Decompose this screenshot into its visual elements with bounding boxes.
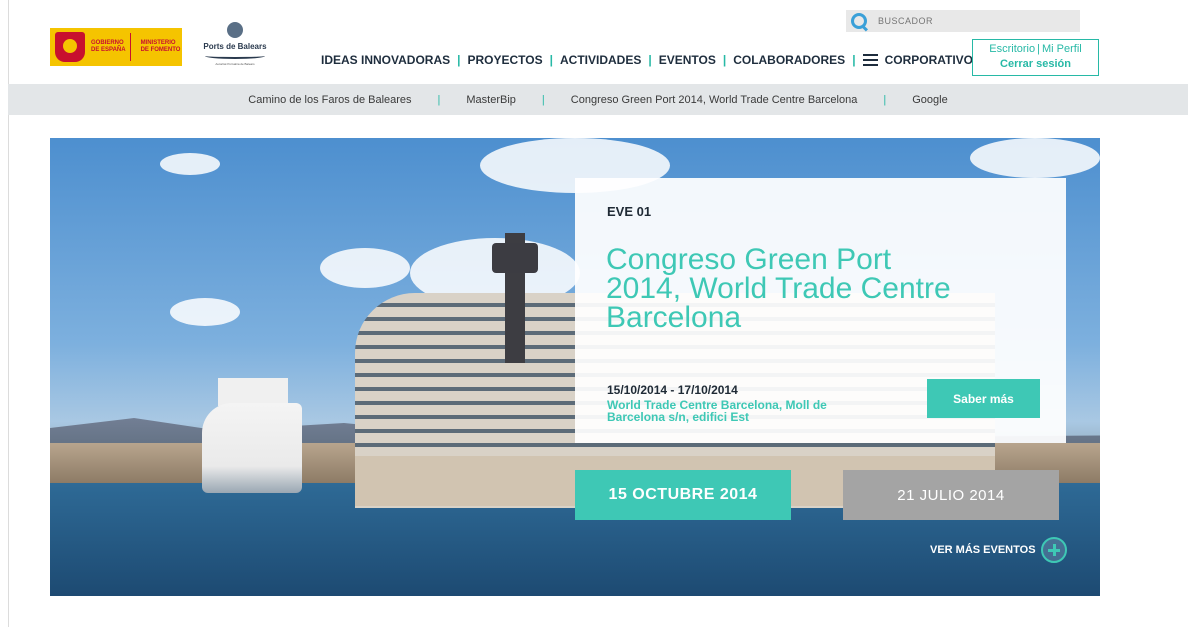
list-icon[interactable] [862,54,878,66]
ver-mas-eventos-link[interactable]: VER MÁS EVENTOS [930,536,1067,564]
nav-item-eventos[interactable]: EVENTOS [659,53,716,67]
subnav-item-masterbip[interactable]: MasterBip [466,94,516,106]
user-profile-box: Escritorio | Mi Perfil Cerrar sesión [972,39,1099,76]
site-header: GOBIERNO DE ESPAÑA MINISTERIO DE FOMENTO… [0,0,1188,84]
gov-logo-line4: DE FOMENTO [140,47,181,53]
ports-logo-name: Ports de Balears [203,42,267,51]
ports-logo-subtitle: Autoritat Portuària de Balears [215,62,255,66]
ports-emblem-icon [227,22,243,38]
nav-item-proyectos[interactable]: PROYECTOS [467,53,542,67]
search-icon[interactable] [850,12,868,30]
saber-mas-button[interactable]: Saber más [927,379,1040,418]
plus-circle-icon[interactable] [1040,537,1067,563]
gov-logo-line3: MINISTERIO [140,40,176,46]
event-hero-banner: EVE 01 Congreso Green Port 2014, World T… [50,138,1100,596]
event-title[interactable]: Congreso Green Port 2014, World Trade Ce… [606,245,966,333]
mi-perfil-link[interactable]: Mi Perfil [1042,43,1082,55]
search-bar [846,10,1080,32]
ports-wave-icon [205,53,265,59]
subnav-separator: | [541,93,545,106]
gobierno-espana-logo[interactable]: GOBIERNO DE ESPAÑA MINISTERIO DE FOMENTO [50,28,182,66]
gov-logo-divider [129,33,131,61]
event-location: World Trade Centre Barcelona, Moll de Ba… [607,398,827,424]
secondary-nav: Camino de los Faros de Baleares | Master… [8,84,1188,115]
nav-item-ideas-innovadoras[interactable]: IDEAS INNOVADORAS [321,53,450,67]
nav-separator: | [648,53,652,67]
ports-de-balears-logo[interactable]: Ports de Balears Autoritat Portuària de … [190,22,280,74]
event-code: EVE 01 [607,204,652,219]
main-nav: IDEAS INNOVADORAS | PROYECTOS | ACTIVIDA… [321,51,973,69]
nav-item-corporativo[interactable]: CORPORATIVO [885,53,973,67]
subnav-item-google[interactable]: Google [912,94,947,106]
date-tab-active[interactable]: 15 OCTUBRE 2014 [575,470,791,520]
nav-separator: | [722,53,727,67]
event-card: EVE 01 Congreso Green Port 2014, World T… [575,178,1066,443]
subnav-item-faros[interactable]: Camino de los Faros de Baleares [248,94,411,106]
search-input[interactable] [878,16,1068,26]
event-dates: 15/10/2014 - 17/10/2014 [607,383,738,397]
logout-link[interactable]: Cerrar sesión [973,57,1098,72]
subnav-item-green-port[interactable]: Congreso Green Port 2014, World Trade Ce… [571,94,858,106]
nav-item-colaboradores[interactable]: COLABORADORES [733,53,845,67]
nav-separator: | [457,53,461,67]
nav-separator: | [549,53,553,67]
gov-logo-line2: DE ESPAÑA [91,47,126,53]
profile-separator: | [1037,43,1040,55]
subnav-separator: | [437,93,441,106]
subnav-separator: | [883,93,887,106]
nav-separator: | [852,53,856,67]
coat-of-arms-icon [55,32,85,62]
gov-logo-line1: GOBIERNO [91,40,124,46]
ver-mas-eventos-label: VER MÁS EVENTOS [930,544,1036,556]
nav-item-actividades[interactable]: ACTIVIDADES [560,53,641,67]
date-tab-inactive[interactable]: 21 JULIO 2014 [843,470,1059,520]
escritorio-link[interactable]: Escritorio [989,43,1035,55]
